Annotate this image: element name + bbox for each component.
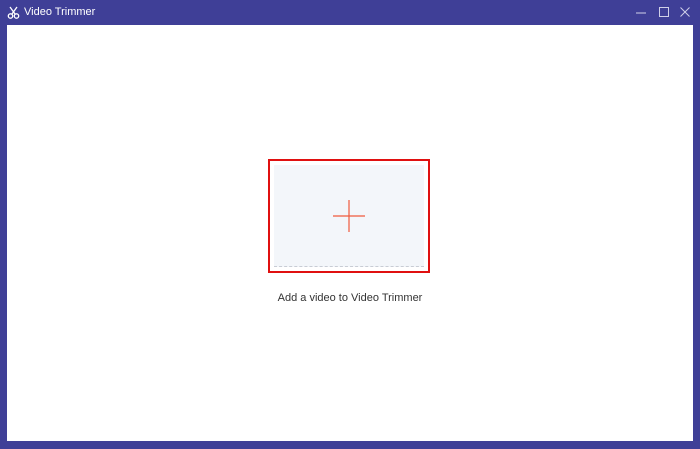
maximize-icon [656, 4, 672, 20]
close-button[interactable] [677, 4, 693, 20]
close-icon [677, 4, 693, 20]
window-title: Video Trimmer [24, 6, 96, 18]
add-video-caption: Add a video to Video Trimmer [277, 292, 423, 304]
main-content: Add a video to Video Trimmer [7, 25, 693, 441]
minimize-button[interactable] [633, 4, 649, 20]
maximize-button[interactable] [656, 4, 672, 20]
drop-area[interactable] [274, 165, 424, 267]
minimize-icon [633, 4, 649, 20]
title-bar[interactable]: Video Trimmer [0, 0, 700, 25]
add-video-button[interactable] [268, 159, 430, 273]
scissors-icon [7, 6, 20, 19]
plus-icon [332, 199, 366, 233]
